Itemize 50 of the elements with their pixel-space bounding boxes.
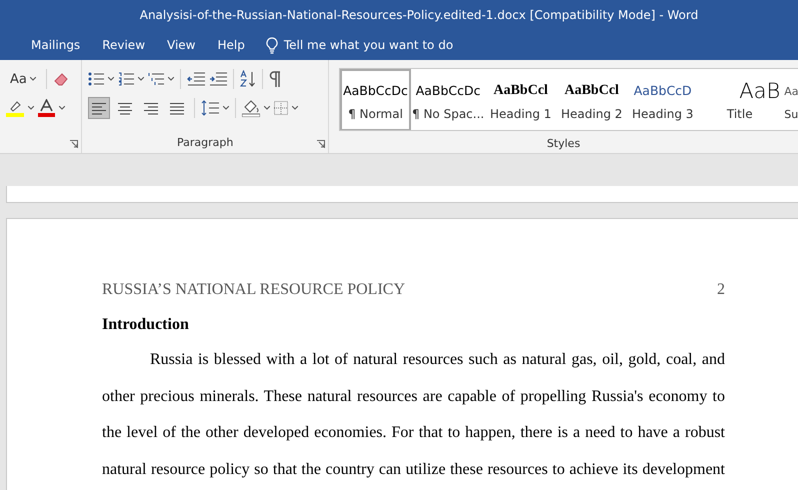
- style-item[interactable]: AaBbCcl Heading 1: [485, 69, 556, 130]
- sort-icon[interactable]: [240, 70, 256, 88]
- group-label: Styles: [546, 136, 582, 152]
- multilevel-list-icon[interactable]: [148, 72, 164, 86]
- numbered-list-icon[interactable]: [118, 72, 134, 86]
- align-left-icon: [92, 102, 106, 114]
- align-right-icon: [144, 102, 158, 114]
- shading-bucket-icon[interactable]: [242, 99, 260, 117]
- align-left-button[interactable]: [88, 97, 110, 119]
- style-item[interactable]: AaBbCcD Heading 3: [627, 69, 698, 130]
- style-item[interactable]: AaBbCcl Heading 2: [556, 69, 628, 130]
- pilcrow-icon[interactable]: [269, 71, 282, 87]
- tell-me-search[interactable]: Tell me what you want to do: [284, 38, 454, 52]
- section-heading: Introduction: [102, 316, 190, 334]
- decrease-indent-icon[interactable]: [187, 72, 206, 86]
- font-color-icon[interactable]: [38, 99, 55, 117]
- caret-icon[interactable]: [264, 106, 270, 110]
- caret-icon[interactable]: [223, 106, 230, 110]
- style-item[interactable]: AaB Title: [698, 69, 782, 130]
- caret-icon[interactable]: [138, 77, 144, 81]
- ribbon-tab[interactable]: Review: [91, 34, 156, 56]
- dialog-launcher-icon[interactable]: [70, 140, 78, 148]
- caret-icon[interactable]: [292, 106, 298, 110]
- style-item[interactable]: Aa Su: [781, 69, 798, 130]
- page-number: 2: [717, 281, 725, 299]
- align-center-icon: [118, 102, 132, 114]
- ribbon-tab[interactable]: Help: [206, 34, 256, 56]
- line-spacing-icon[interactable]: [201, 100, 220, 116]
- caret-icon[interactable]: [108, 77, 114, 81]
- dialog-launcher-icon[interactable]: [317, 140, 325, 148]
- caret-icon[interactable]: [168, 77, 174, 81]
- eraser-icon[interactable]: [52, 71, 69, 87]
- highlighter-icon[interactable]: [6, 99, 24, 117]
- lightbulb-icon: [266, 36, 278, 54]
- bullet-list-icon[interactable]: [88, 72, 104, 86]
- ribbon-tab[interactable]: View: [156, 34, 206, 56]
- style-item[interactable]: AaBbCcDc ¶ Normal: [340, 69, 411, 130]
- caret-icon[interactable]: [59, 106, 65, 110]
- window-title: Analysisi-of-the-Russian-National-Resources-Policy.edited-1.docx [Compatibility Mode] - Word: [140, 8, 698, 22]
- borders-icon[interactable]: [274, 101, 288, 115]
- group-label: Paragraph: [176, 136, 234, 151]
- ribbon-tab[interactable]: Mailings: [20, 34, 92, 56]
- running-header: RUSSIA’S NATIONAL RESOURCE POLICY: [102, 281, 405, 299]
- style-item[interactable]: AaBbCcDc ¶ No Spac...: [411, 69, 486, 130]
- increase-indent-icon[interactable]: [209, 72, 228, 86]
- align-justify-icon: [170, 102, 184, 114]
- caret-icon: [30, 77, 36, 81]
- caret-icon[interactable]: [28, 106, 34, 110]
- change-case-button[interactable]: Aa: [6, 68, 40, 90]
- body-paragraph: Russia is blessed with a lot of natural resources such as natural gas, oil, gold, coal, and other precious minerals. These natural resources are capable of propelling Russia's economy to the level of the other developed economies. For that to happen, there is a need to have a robust natural resource policy so that the country can utilize these resources to achieve its development: [102, 350, 725, 480]
